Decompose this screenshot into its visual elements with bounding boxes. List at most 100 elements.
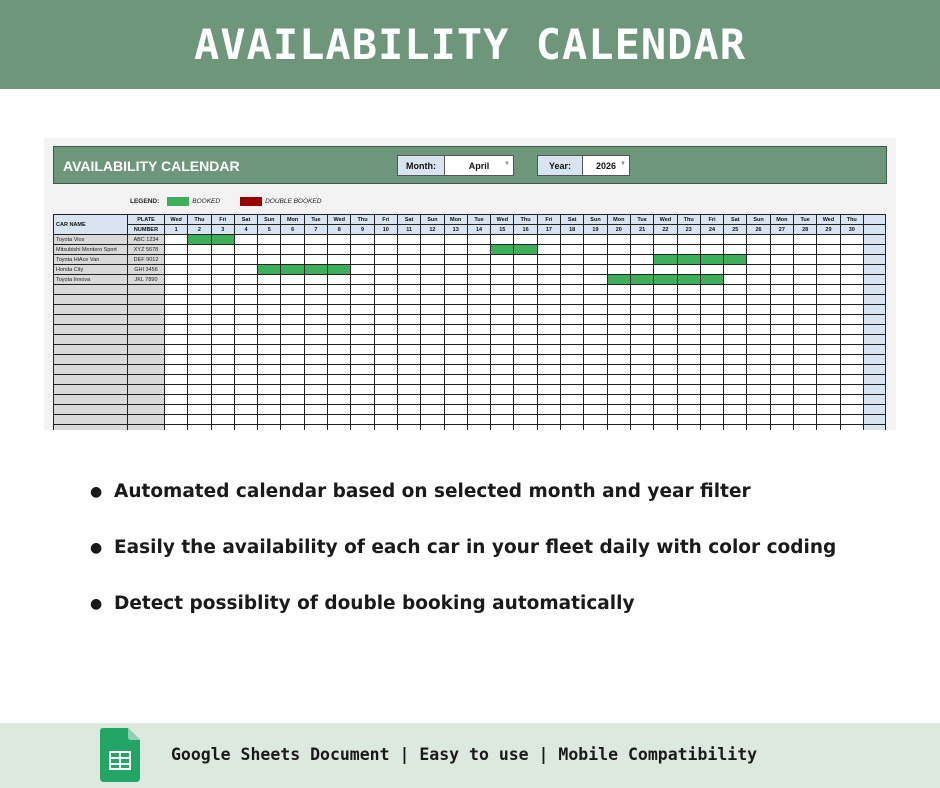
day-cell[interactable] — [839, 424, 864, 430]
day-cell[interactable] — [233, 344, 259, 355]
day-cell[interactable] — [257, 364, 282, 375]
day-cell[interactable] — [513, 294, 538, 305]
day-cell[interactable] — [350, 384, 375, 395]
day-cell[interactable] — [676, 284, 701, 295]
day-cell[interactable] — [233, 394, 259, 405]
day-cell[interactable] — [466, 284, 492, 295]
day-cell[interactable] — [350, 414, 375, 425]
car-name-cell[interactable] — [53, 284, 128, 295]
day-cell[interactable] — [257, 354, 282, 365]
day-cell[interactable] — [443, 384, 468, 395]
day-cell[interactable] — [606, 324, 631, 335]
day-cell[interactable] — [723, 394, 748, 405]
day-cell[interactable] — [816, 344, 841, 355]
day-cell[interactable] — [490, 284, 515, 295]
day-cell[interactable] — [676, 314, 701, 325]
day-cell[interactable] — [653, 344, 678, 355]
day-cell[interactable] — [280, 334, 305, 345]
day-cell[interactable] — [303, 304, 329, 315]
booked-day-cell[interactable] — [676, 254, 701, 265]
plate-number-cell[interactable] — [127, 314, 165, 325]
day-cell[interactable] — [536, 424, 562, 430]
day-cell[interactable] — [723, 244, 748, 255]
day-cell[interactable] — [327, 304, 352, 315]
day-cell[interactable] — [560, 324, 585, 335]
car-name-cell[interactable] — [53, 374, 128, 385]
day-cell[interactable] — [513, 254, 538, 265]
day-cell[interactable] — [373, 314, 398, 325]
day-cell[interactable] — [420, 304, 445, 315]
day-cell[interactable] — [257, 344, 282, 355]
day-cell[interactable] — [233, 314, 259, 325]
day-cell[interactable] — [769, 334, 795, 345]
day-cell[interactable] — [163, 354, 189, 365]
day-cell[interactable] — [629, 374, 655, 385]
day-cell[interactable] — [816, 324, 841, 335]
day-cell[interactable] — [583, 354, 608, 365]
day-cell[interactable] — [583, 384, 608, 395]
day-cell[interactable] — [816, 364, 841, 375]
day-cell[interactable] — [583, 264, 608, 275]
day-cell[interactable] — [606, 254, 631, 265]
car-name-cell[interactable] — [53, 314, 128, 325]
day-cell[interactable] — [629, 394, 655, 405]
day-cell[interactable] — [653, 384, 678, 395]
day-cell[interactable] — [839, 384, 864, 395]
day-cell[interactable] — [303, 294, 329, 305]
day-cell[interactable] — [257, 244, 282, 255]
car-name-cell[interactable] — [53, 384, 128, 395]
day-cell[interactable] — [303, 274, 329, 285]
day-cell[interactable] — [327, 234, 352, 245]
day-cell[interactable] — [466, 374, 492, 385]
plate-number-cell[interactable]: DEF 9012 — [127, 254, 165, 265]
day-cell[interactable] — [560, 424, 585, 430]
day-cell[interactable] — [629, 404, 655, 415]
day-cell[interactable] — [396, 294, 422, 305]
day-cell[interactable] — [257, 384, 282, 395]
day-cell[interactable] — [653, 314, 678, 325]
day-cell[interactable] — [723, 354, 748, 365]
day-cell[interactable] — [699, 324, 725, 335]
day-cell[interactable] — [560, 334, 585, 345]
day-cell[interactable] — [653, 324, 678, 335]
day-cell[interactable] — [769, 324, 795, 335]
day-cell[interactable] — [560, 254, 585, 265]
plate-number-cell[interactable]: XYZ 5678 — [127, 244, 165, 255]
day-cell[interactable] — [257, 294, 282, 305]
day-cell[interactable] — [746, 234, 771, 245]
day-cell[interactable] — [583, 374, 608, 385]
day-cell[interactable] — [746, 354, 771, 365]
day-cell[interactable] — [163, 244, 189, 255]
day-cell[interactable] — [327, 294, 352, 305]
day-cell[interactable] — [210, 364, 235, 375]
day-cell[interactable] — [839, 334, 864, 345]
day-cell[interactable] — [583, 234, 608, 245]
day-cell[interactable] — [513, 334, 538, 345]
day-cell[interactable] — [629, 264, 655, 275]
day-cell[interactable] — [536, 374, 562, 385]
day-cell[interactable] — [816, 244, 841, 255]
day-cell[interactable] — [699, 334, 725, 345]
day-cell[interactable] — [629, 414, 655, 425]
day-cell[interactable] — [443, 314, 468, 325]
day-cell[interactable] — [606, 354, 631, 365]
day-cell[interactable] — [746, 254, 771, 265]
day-cell[interactable] — [466, 294, 492, 305]
day-cell[interactable] — [746, 244, 771, 255]
day-cell[interactable] — [676, 364, 701, 375]
plate-number-cell[interactable] — [127, 394, 165, 405]
day-cell[interactable] — [513, 394, 538, 405]
day-cell[interactable] — [699, 314, 725, 325]
day-cell[interactable] — [839, 324, 864, 335]
day-cell[interactable] — [606, 334, 631, 345]
day-cell[interactable] — [303, 394, 329, 405]
day-cell[interactable] — [373, 284, 398, 295]
day-cell[interactable] — [233, 294, 259, 305]
day-cell[interactable] — [280, 364, 305, 375]
day-cell[interactable] — [699, 414, 725, 425]
day-cell[interactable] — [769, 404, 795, 415]
day-cell[interactable] — [560, 244, 585, 255]
booked-day-cell[interactable] — [629, 274, 655, 285]
booked-day-cell[interactable] — [490, 244, 515, 255]
day-cell[interactable] — [350, 374, 375, 385]
